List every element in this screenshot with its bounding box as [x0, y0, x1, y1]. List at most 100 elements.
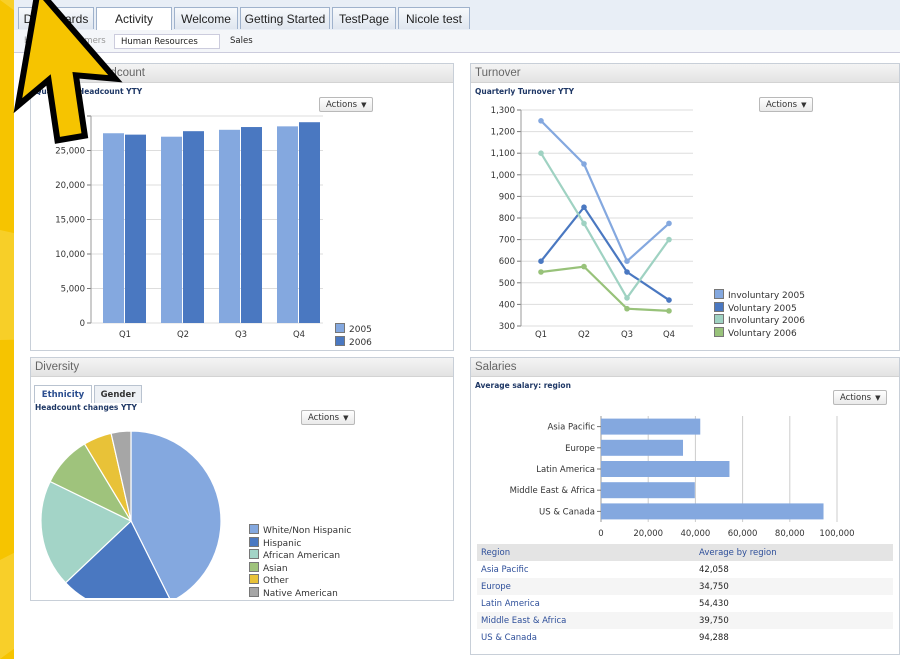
chart-subtitle: Headcount changes YTY: [35, 403, 137, 412]
data-point: [666, 220, 672, 227]
legend-item: Native American: [249, 586, 351, 600]
x-tick-label: 0: [598, 529, 603, 538]
data-point: [666, 308, 672, 314]
panel-title: Salaries: [471, 358, 899, 377]
data-point: [581, 204, 587, 210]
table-cell: 42,058: [699, 564, 729, 575]
sub-tab-bar: Home Customers Human Resources Sales: [14, 30, 900, 53]
table-cell: 54,430: [699, 598, 729, 609]
table-row: Middle East & Africa 39,750: [477, 612, 893, 629]
y-tick-label: 700: [499, 236, 515, 246]
tab-testpage[interactable]: TestPage: [332, 7, 396, 29]
y-tick-label: Latin America: [536, 465, 595, 475]
turnover-panel: Turnover Quarterly Turnover YTY Actions ▼…: [470, 63, 900, 351]
y-tick-label: 1,000: [491, 171, 515, 181]
y-tick-label: 500: [499, 279, 515, 289]
table-header-row: Region Average by region: [477, 544, 893, 561]
tab-getting-started[interactable]: Getting Started: [240, 7, 330, 29]
y-tick-label: 15,000: [55, 216, 85, 226]
table-row: US & Canada 94,288: [477, 629, 893, 646]
salaries-panel: Salaries Average salary: region Actions ▼…: [470, 357, 900, 655]
column-header[interactable]: Region: [477, 544, 695, 561]
data-point: [624, 295, 630, 301]
table-row: Europe 34,750: [477, 578, 893, 595]
x-tick-label: Q2: [177, 330, 189, 340]
legend-item: Voluntary 2006: [714, 326, 805, 340]
region-link[interactable]: Europe: [477, 578, 695, 595]
bar-2006-Q2: [183, 131, 204, 323]
data-point: [538, 258, 544, 264]
legend-item: 2005: [335, 323, 372, 336]
data-point: [581, 263, 587, 270]
subtab-sales[interactable]: Sales: [224, 34, 259, 49]
region-link[interactable]: Asia Pacific: [477, 561, 695, 578]
diversity-panel: Diversity Ethnicity Gender Headcount cha…: [30, 357, 454, 601]
bar-2006-Q1: [125, 134, 146, 323]
data-point: [624, 269, 630, 275]
region-link[interactable]: Latin America: [477, 595, 695, 612]
x-tick-label: Q3: [621, 330, 633, 340]
chart-subtitle: Average salary: region: [475, 381, 571, 390]
bar-2006-Q4: [299, 122, 320, 324]
table-row: Latin America 54,430: [477, 595, 893, 612]
panel-title: Diversity: [31, 358, 453, 377]
x-tick-label: Q2: [578, 330, 590, 340]
turnover-line-chart: 300 400 500 600 700 800 900 1,000 1,100 1,200 1,30…: [491, 106, 693, 340]
x-tick-label: Q1: [119, 330, 131, 340]
chevron-down-icon: ▼: [343, 414, 349, 422]
bar-US & Canada: [601, 503, 824, 520]
region-link[interactable]: US & Canada: [477, 629, 695, 646]
y-tick-label: 900: [499, 192, 515, 202]
y-tick-label: 400: [499, 300, 515, 310]
x-tick-label: 40,000: [681, 529, 711, 538]
x-tick-label: 80,000: [775, 529, 805, 538]
table-cell: 34,750: [695, 578, 893, 595]
x-tick-label: Q1: [535, 330, 547, 340]
y-tick-label: 1,300: [491, 106, 515, 116]
y-tick-label: US & Canada: [539, 507, 595, 517]
table-cell: 94,288: [699, 632, 729, 643]
y-tick-label: Asia Pacific: [547, 423, 595, 433]
region-link[interactable]: Middle East & Africa: [477, 612, 695, 629]
x-tick-label: 20,000: [633, 529, 663, 538]
x-tick-label: Q4: [663, 330, 675, 340]
turnover-legend: Involuntary 2005 Voluntary 2005 Involunt…: [714, 289, 805, 339]
tab-welcome[interactable]: Welcome: [174, 7, 238, 29]
data-point: [538, 150, 544, 156]
y-tick-label: 20,000: [55, 181, 85, 191]
data-point: [538, 269, 544, 275]
bar-Latin America: [601, 461, 730, 477]
top-tab-bar: Dashboards Activity Insight Welcome Gett…: [14, 0, 900, 48]
x-tick-label: 60,000: [728, 529, 758, 538]
bar-Asia Pacific: [601, 418, 701, 435]
y-tick-label: 1,100: [491, 149, 515, 159]
y-tick-label: Middle East & Africa: [510, 486, 595, 496]
bar-2005-Q2: [161, 136, 182, 323]
data-point: [666, 236, 672, 243]
legend-item: Hispanic: [249, 536, 351, 550]
y-tick-label: 1,200: [491, 128, 515, 138]
data-point: [624, 305, 630, 312]
actions-button[interactable]: Actions ▼: [301, 410, 356, 425]
legend-item: Involuntary 2005: [714, 289, 805, 302]
panel-title: Turnover: [471, 64, 899, 83]
legend-item: Asian: [249, 561, 351, 575]
table-row: Asia Pacific 42,058: [477, 561, 893, 578]
bar-2005-Q4: [277, 126, 298, 323]
data-point: [538, 118, 544, 124]
tab-ethnicity[interactable]: Ethnicity: [34, 385, 92, 403]
x-tick-label: Q4: [293, 330, 305, 340]
mouse-cursor-icon: [13, 0, 123, 144]
column-header[interactable]: Average by region: [695, 544, 893, 561]
legend-item: Voluntary 2005: [714, 301, 805, 315]
tab-gender[interactable]: Gender: [94, 385, 142, 403]
diversity-pie-chart: [40, 430, 222, 598]
y-tick-label: 800: [499, 214, 515, 224]
y-tick-label: 0: [80, 319, 85, 329]
actions-label: Actions: [308, 413, 340, 423]
tab-nicole-test[interactable]: Nicole test: [398, 7, 470, 29]
y-tick-label: Europe: [565, 444, 595, 454]
y-tick-label: 300: [499, 322, 515, 332]
legend-item: African American: [249, 549, 351, 562]
table-cell: 39,750: [695, 612, 893, 629]
